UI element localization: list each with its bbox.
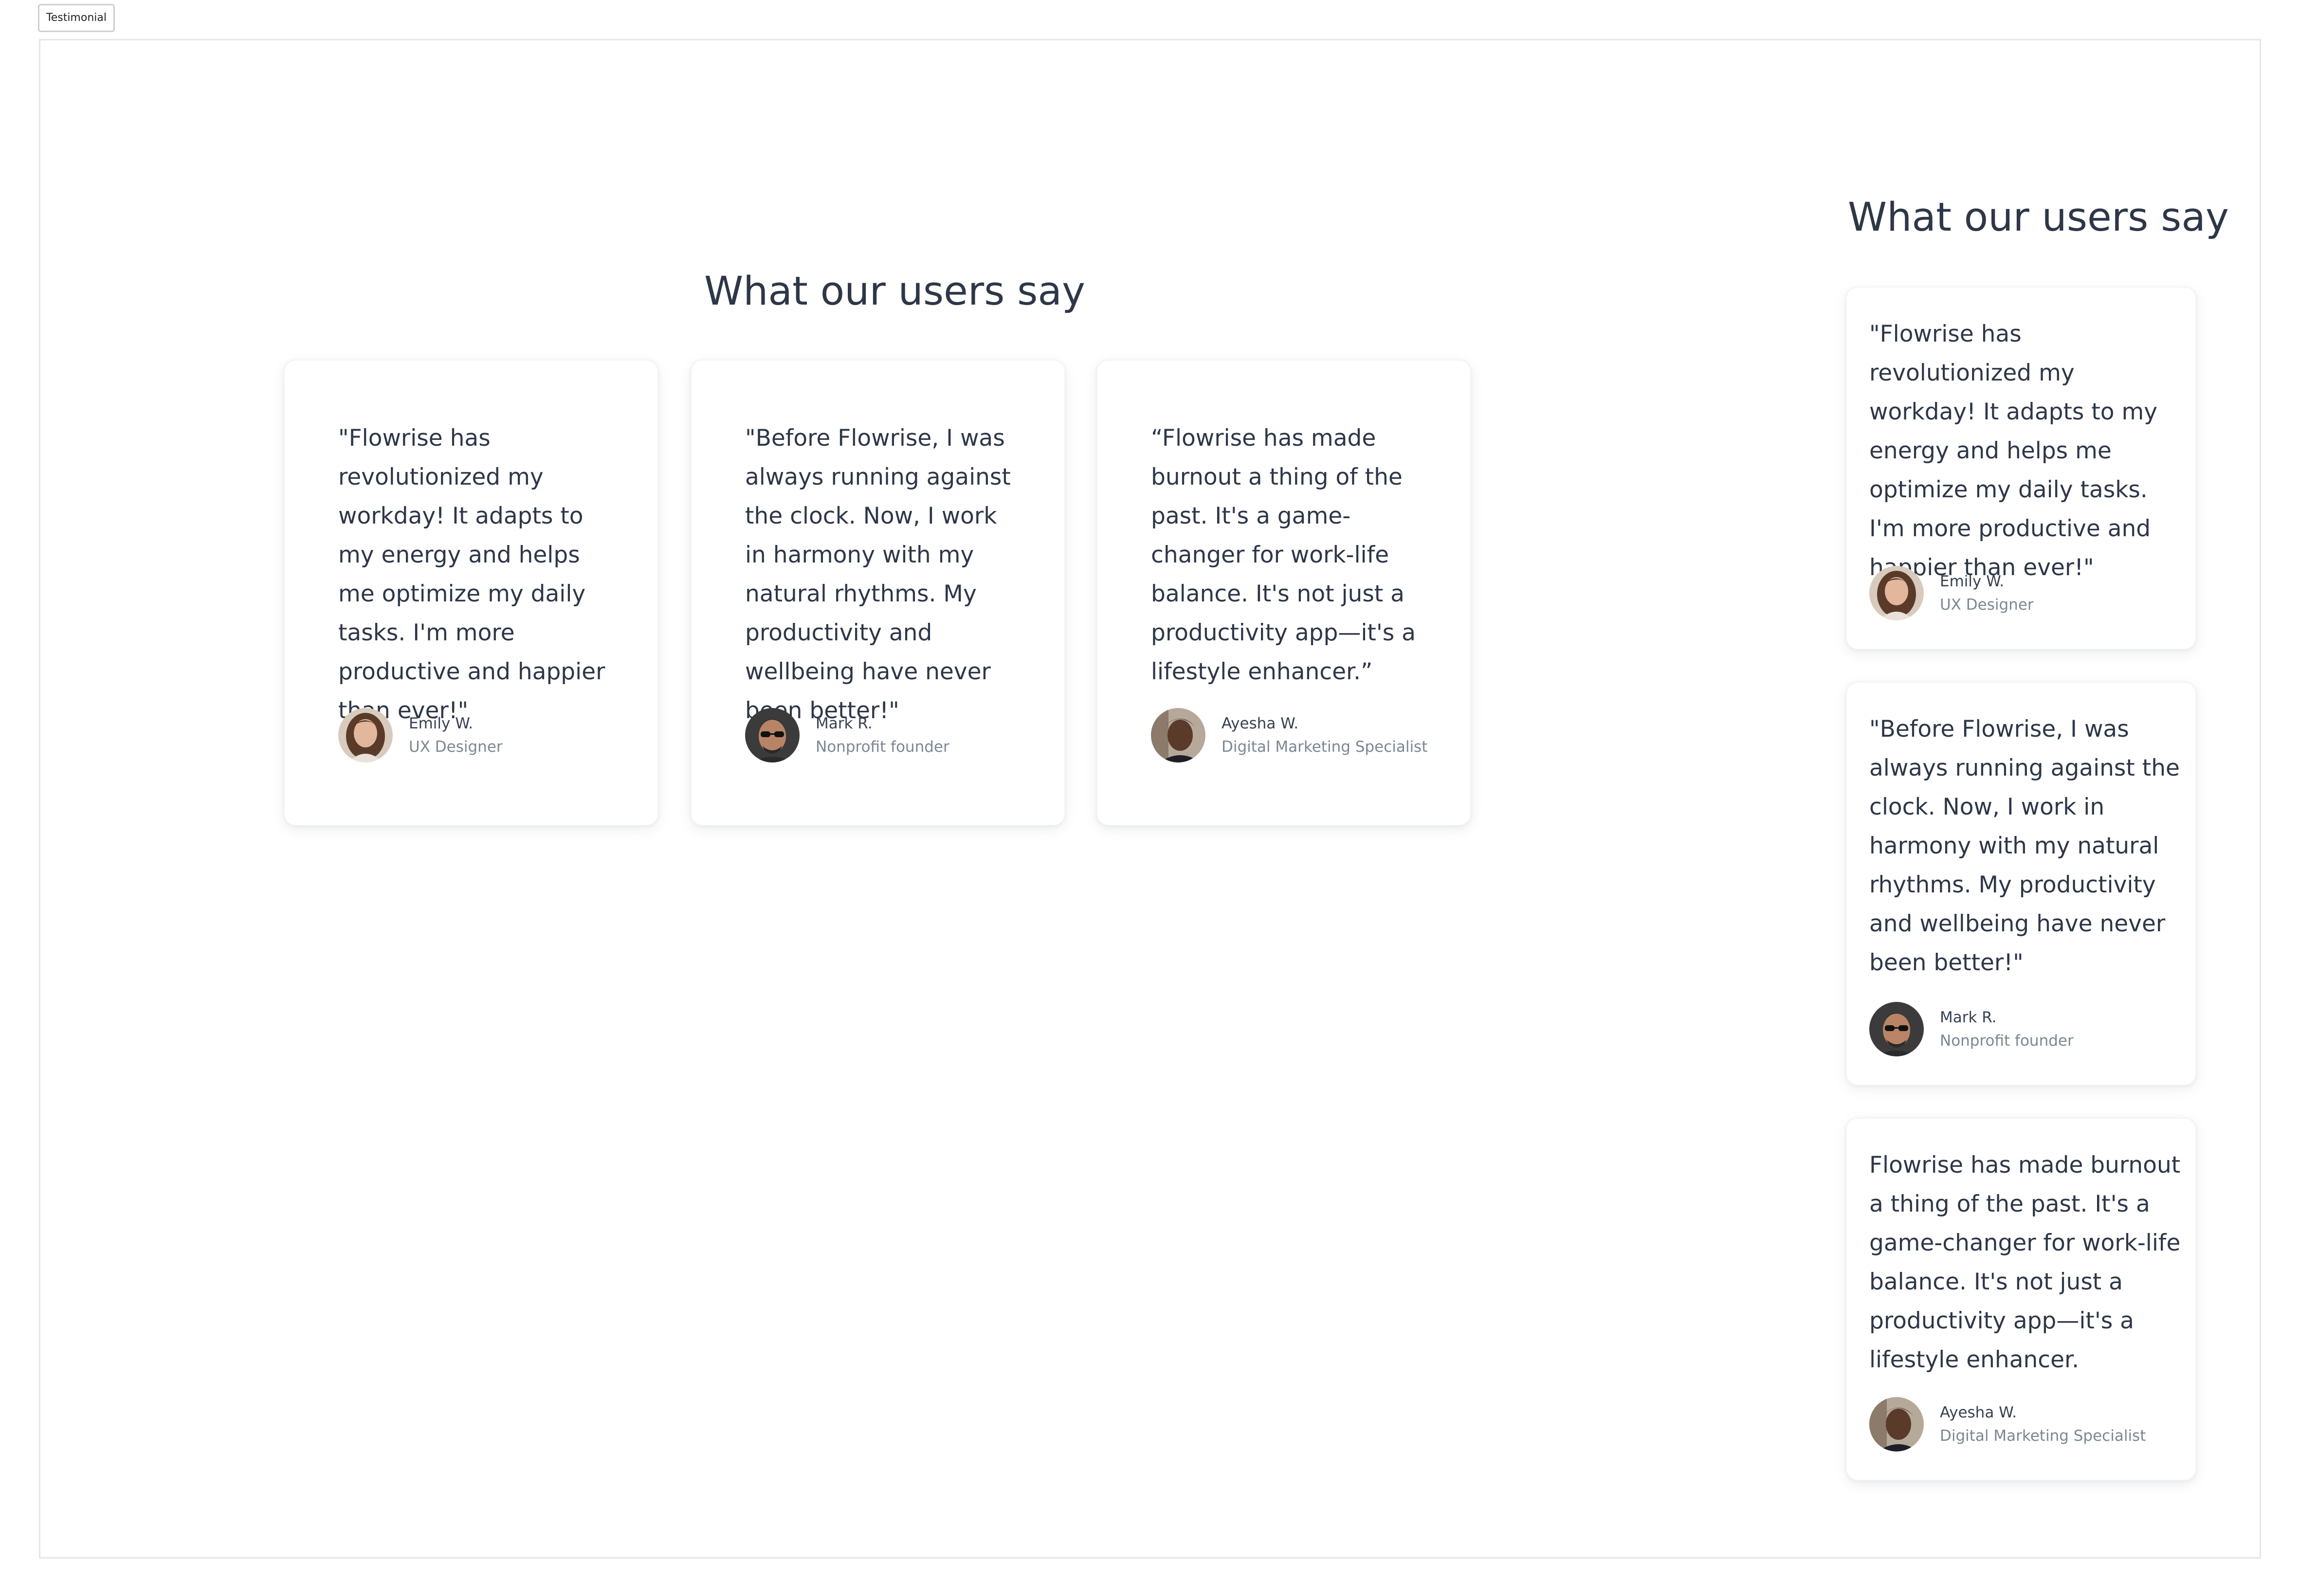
testimonial-quote: Flowrise has made burnout a thing of the… <box>1869 1152 2181 1373</box>
author-name: Mark R. <box>1940 1009 1997 1026</box>
testimonial-frame: What our users say "Flowrise has revolut… <box>39 39 2261 1559</box>
testimonial-card: "Before Flowrise, I was always running a… <box>1846 682 2196 1086</box>
author-role: Digital Marketing Specialist <box>1222 738 1428 756</box>
author-name: Mark R. <box>816 715 873 732</box>
author-role: UX Designer <box>409 738 503 756</box>
author-role: UX Designer <box>1940 596 2034 614</box>
testimonial-author: Ayesha W. Digital Marketing Specialist <box>1151 708 1427 762</box>
frame-label[interactable]: Testimonial <box>38 4 115 32</box>
avatar <box>1151 708 1205 762</box>
testimonial-author: Mark R. Nonprofit founder <box>745 708 949 762</box>
testimonial-card: "Flowrise has revolutionized my workday!… <box>284 360 658 826</box>
author-name: Emily W. <box>409 715 474 732</box>
author-role: Nonprofit founder <box>1940 1032 2074 1050</box>
testimonial-quote: "Flowrise has revolutionized my workday!… <box>1869 321 2158 581</box>
avatar <box>338 708 393 762</box>
author-name: Emily W. <box>1940 573 2005 590</box>
testimonial-quote: “Flowrise has made burnout a thing of th… <box>1151 425 1416 685</box>
author-name: Ayesha W. <box>1222 715 1299 732</box>
author-role: Digital Marketing Specialist <box>1940 1427 2146 1445</box>
avatar <box>1869 566 1924 620</box>
testimonial-quote: "Before Flowrise, I was always running a… <box>1869 716 2180 976</box>
avatar <box>1869 1397 1924 1451</box>
testimonial-card: "Before Flowrise, I was always running a… <box>691 360 1065 826</box>
testimonial-card: "Flowrise has revolutionized my workday!… <box>1846 287 2196 650</box>
testimonial-author: Mark R. Nonprofit founder <box>1869 1002 2074 1056</box>
testimonial-author: Emily W. UX Designer <box>1869 566 2034 620</box>
author-name: Ayesha W. <box>1940 1404 2017 1421</box>
testimonial-quote: "Flowrise has revolutionized my workday!… <box>338 425 605 724</box>
testimonial-author: Ayesha W. Digital Marketing Specialist <box>1869 1397 2146 1451</box>
avatar <box>745 708 800 762</box>
testimonial-card: Flowrise has made burnout a thing of the… <box>1846 1118 2196 1481</box>
section-heading: What our users say <box>704 269 1085 314</box>
section-heading: What our users say <box>1848 195 2229 240</box>
testimonial-card: “Flowrise has made burnout a thing of th… <box>1096 360 1471 826</box>
testimonial-author: Emily W. UX Designer <box>338 708 503 762</box>
avatar <box>1869 1002 1924 1056</box>
author-role: Nonprofit founder <box>816 738 949 756</box>
testimonial-quote: "Before Flowrise, I was always running a… <box>745 425 1011 724</box>
